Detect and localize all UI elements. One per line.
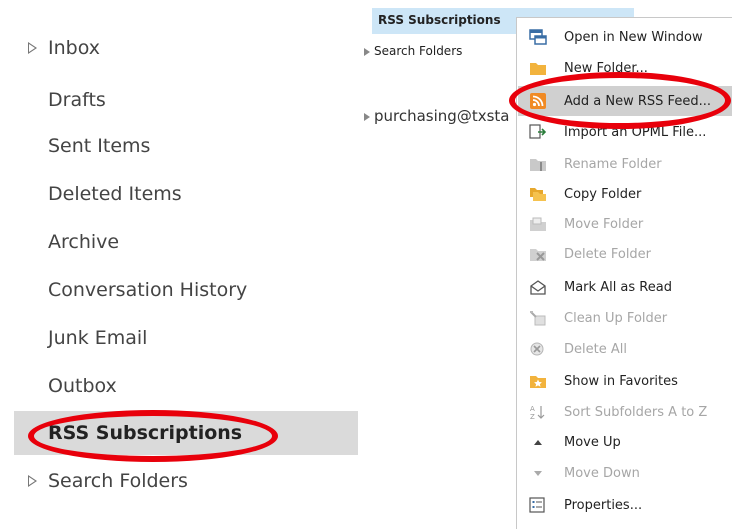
delete-folder-icon xyxy=(529,246,547,262)
folder-label: Archive xyxy=(48,231,120,253)
menu-item-copy-folder[interactable]: Copy Folder xyxy=(518,179,732,209)
menu-item-clean-up-folder[interactable]: Clean Up Folder xyxy=(518,303,732,333)
menu-item-label: Move Up xyxy=(564,434,621,450)
expand-icon[interactable] xyxy=(28,42,37,54)
menu-item-show-in-favorites[interactable]: Show in Favorites xyxy=(518,366,732,396)
open-window-icon xyxy=(529,29,547,45)
mini-folder-rss-subscriptions[interactable]: RSS Subscriptions xyxy=(378,13,501,27)
menu-item-label: Move Folder xyxy=(564,216,644,232)
arrow-down-icon xyxy=(529,465,547,481)
mini-account-row[interactable]: purchasing@txsta xyxy=(364,107,509,125)
expand-icon[interactable] xyxy=(364,47,370,56)
folder-archive[interactable]: Archive xyxy=(14,220,358,264)
arrow-up-icon xyxy=(529,434,547,450)
menu-item-rename-folder[interactable]: Rename Folder xyxy=(518,149,732,179)
menu-item-label: Delete Folder xyxy=(564,246,652,262)
folder-conversation-history[interactable]: Conversation History xyxy=(14,268,358,312)
menu-item-label: Move Down xyxy=(564,465,640,481)
folder-rss-subscriptions[interactable]: RSS Subscriptions xyxy=(14,411,358,455)
move-folder-icon xyxy=(529,216,547,232)
menu-item-label: Open in New Window xyxy=(564,29,703,45)
context-menu: Open in New Window New Folder... Add a N… xyxy=(516,17,732,529)
folder-label: Conversation History xyxy=(48,279,248,301)
menu-item-mark-all-read[interactable]: Mark All as Read xyxy=(518,272,732,302)
sort-az-icon: AZ xyxy=(529,404,547,420)
folder-label: Sent Items xyxy=(48,135,151,157)
clean-up-icon xyxy=(529,310,547,326)
folder-label: Inbox xyxy=(48,37,100,59)
expand-icon[interactable] xyxy=(364,112,370,121)
menu-item-label: Clean Up Folder xyxy=(564,310,668,326)
folder-outbox[interactable]: Outbox xyxy=(14,364,358,408)
menu-item-delete-folder[interactable]: Delete Folder xyxy=(518,239,732,269)
svg-text:Z: Z xyxy=(530,413,535,420)
rename-folder-icon xyxy=(529,156,547,172)
folder-pane: Inbox Drafts Sent Items Deleted Items Ar… xyxy=(0,0,358,529)
menu-item-label: Rename Folder xyxy=(564,156,662,172)
menu-item-move-down[interactable]: Move Down xyxy=(518,458,732,488)
menu-item-properties[interactable]: Properties... xyxy=(518,490,732,520)
copy-folder-icon xyxy=(529,186,547,202)
folder-search-folders[interactable]: Search Folders xyxy=(14,459,358,503)
rss-icon xyxy=(529,93,547,109)
expand-icon[interactable] xyxy=(28,475,37,487)
folder-drafts[interactable]: Drafts xyxy=(14,78,358,122)
menu-item-label: Add a New RSS Feed... xyxy=(564,93,711,109)
menu-item-add-rss-feed[interactable]: Add a New RSS Feed... xyxy=(518,86,732,116)
folder-label: RSS Subscriptions xyxy=(48,422,243,444)
folder-label: Junk Email xyxy=(48,327,148,349)
mini-folder-search-folders[interactable]: Search Folders xyxy=(364,44,462,58)
svg-text:A: A xyxy=(530,405,535,413)
import-icon xyxy=(529,124,547,140)
folder-junk-email[interactable]: Junk Email xyxy=(14,316,358,360)
mini-folder-label: Search Folders xyxy=(374,44,463,58)
menu-item-move-up[interactable]: Move Up xyxy=(518,427,732,457)
menu-item-label: Show in Favorites xyxy=(564,373,678,389)
menu-item-delete-all[interactable]: Delete All xyxy=(518,334,732,364)
folder-deleted-items[interactable]: Deleted Items xyxy=(14,172,358,216)
mark-read-icon xyxy=(529,279,547,295)
menu-item-label: New Folder... xyxy=(564,60,648,76)
menu-item-label: Properties... xyxy=(564,497,643,513)
folder-sent-items[interactable]: Sent Items xyxy=(14,124,358,168)
menu-item-open-in-new-window[interactable]: Open in New Window xyxy=(518,22,732,52)
menu-item-label: Mark All as Read xyxy=(564,279,672,295)
properties-icon xyxy=(529,497,547,513)
menu-item-new-folder[interactable]: New Folder... xyxy=(518,53,732,83)
menu-item-label: Import an OPML File... xyxy=(564,124,707,140)
menu-item-sort-subfolders[interactable]: AZ Sort Subfolders A to Z xyxy=(518,397,732,427)
folder-label: Outbox xyxy=(48,375,117,397)
menu-item-move-folder[interactable]: Move Folder xyxy=(518,209,732,239)
favorites-icon xyxy=(529,373,547,389)
folder-icon xyxy=(529,60,547,76)
folder-label: Search Folders xyxy=(48,470,188,492)
account-label: purchasing@txsta xyxy=(374,107,510,125)
folder-label: Deleted Items xyxy=(48,183,182,205)
delete-all-icon xyxy=(529,341,547,357)
menu-item-import-opml[interactable]: Import an OPML File... xyxy=(518,117,732,147)
menu-item-label: Sort Subfolders A to Z xyxy=(564,404,708,420)
menu-item-label: Copy Folder xyxy=(564,186,642,202)
menu-item-label: Delete All xyxy=(564,341,627,357)
folder-inbox[interactable]: Inbox xyxy=(14,26,358,70)
folder-label: Drafts xyxy=(48,89,106,111)
